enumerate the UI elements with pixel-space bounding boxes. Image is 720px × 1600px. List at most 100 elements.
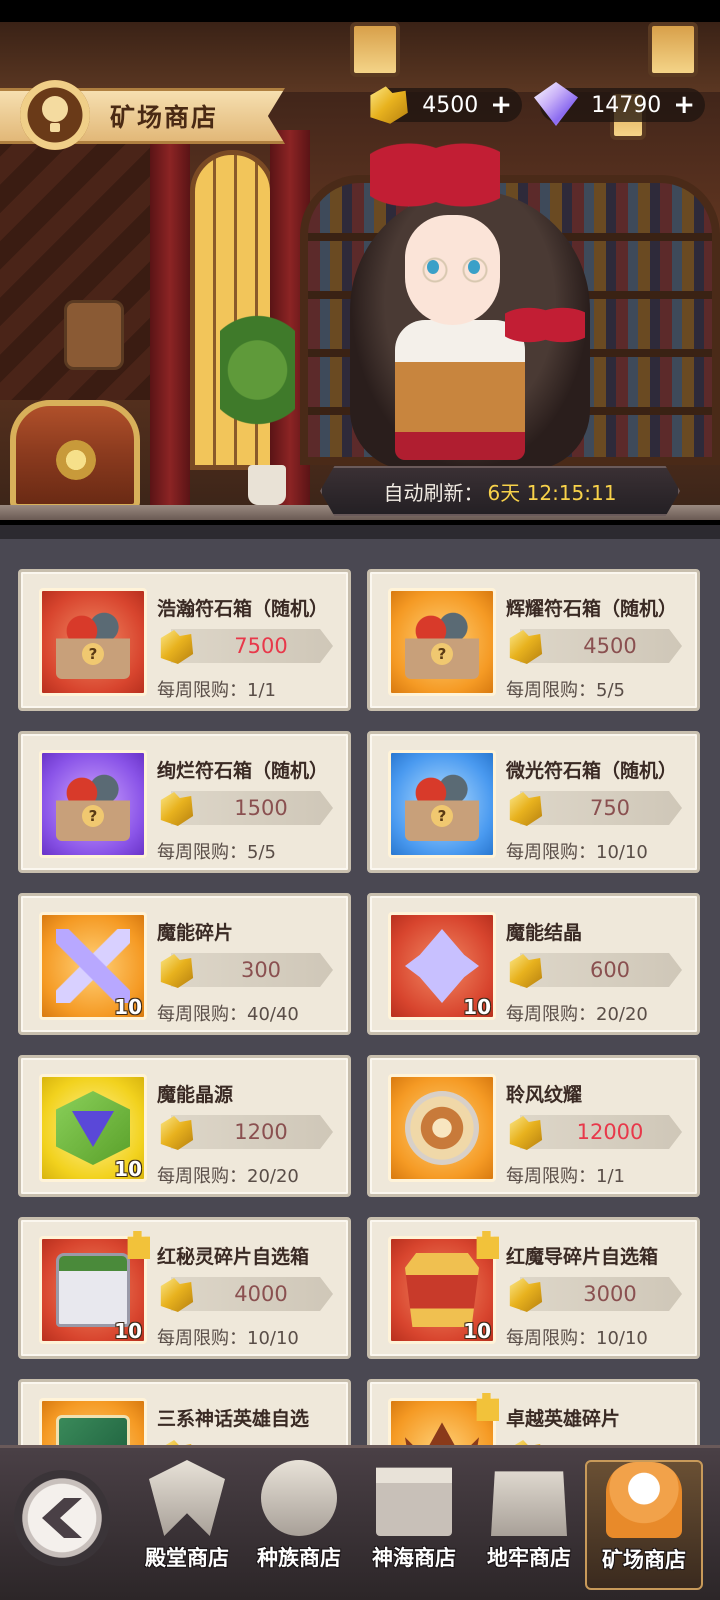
shop-item-card[interactable]: 浩瀚符石箱（随机） 7500 每周限购：1/1 [18, 569, 351, 711]
dungeon-icon [491, 1471, 567, 1536]
item-thumbnail[interactable] [39, 750, 147, 858]
buy-price-button[interactable]: 12000 [520, 1115, 682, 1149]
shop-title: 矿场商店 [110, 103, 219, 132]
shop-item-card[interactable]: 10 魔能晶源 1200 每周限购：20/20 [18, 1055, 351, 1197]
pot-icon [248, 465, 286, 505]
chest-icon [56, 605, 130, 679]
item-quantity: 10 [463, 995, 491, 1019]
gem-currency: 14790 + [534, 82, 705, 126]
item-price: 7500 [234, 634, 288, 658]
shop-item-card[interactable]: 三系神话英雄自选 [18, 1379, 351, 1445]
nav-tab[interactable]: 神海商店 [355, 1460, 473, 1590]
mine-icon [606, 1462, 682, 1538]
item-name: 卓越英雄碎片 [506, 1408, 621, 1430]
shop-item-card[interactable]: 卓越英雄碎片 [367, 1379, 700, 1445]
item-thumbnail[interactable]: 10 [39, 1231, 150, 1344]
add-gem-button[interactable]: + [673, 92, 695, 118]
item-thumbnail[interactable]: 10 [388, 1231, 499, 1344]
item-thumbnail[interactable] [39, 588, 147, 696]
item-name: 辉耀符石箱（随机） [506, 598, 678, 620]
box-gold-icon [405, 1253, 479, 1327]
buy-price-button[interactable]: 4000 [171, 1277, 333, 1311]
back-button[interactable] [14, 1470, 110, 1566]
item-name: 绚烂符石箱（随机） [157, 760, 329, 782]
hair-bow-icon [370, 120, 500, 230]
chest-lock-icon [56, 440, 96, 480]
item-thumbnail[interactable] [388, 1074, 496, 1182]
item-name: 微光符石箱（随机） [506, 760, 678, 782]
status-bar [0, 0, 720, 22]
buy-price-button[interactable]: 600 [520, 953, 682, 987]
glasses-icon [415, 255, 495, 285]
shop-item-card[interactable]: 辉耀符石箱（随机） 4500 每周限购：5/5 [367, 569, 700, 711]
gold-currency: 4500 + [370, 86, 522, 124]
item-thumbnail[interactable]: 10 [388, 912, 496, 1020]
hall-icon [149, 1460, 225, 1536]
item-price: 750 [589, 796, 631, 820]
puzzle-piece-icon [476, 1393, 499, 1421]
race-icon [261, 1460, 337, 1536]
item-name: 聆风纹耀 [506, 1084, 583, 1106]
item-name: 魔能碎片 [157, 922, 234, 944]
item-quantity: 10 [114, 995, 142, 1019]
sea-icon [376, 1467, 452, 1536]
weekly-limit: 每周限购：20/20 [506, 1004, 648, 1025]
shop-item-card[interactable]: 10 红秘灵碎片自选箱 4000 每周限购：10/10 [18, 1217, 351, 1359]
gold-ore-icon [160, 1440, 194, 1445]
shop-background-scene [0, 0, 720, 520]
puzzle-piece-icon [476, 1231, 499, 1259]
back-arrow-icon [42, 1498, 82, 1538]
item-thumbnail[interactable]: 10 [39, 1074, 147, 1182]
item-thumbnail[interactable] [388, 750, 496, 858]
nav-tab-label: 矿场商店 [602, 1548, 686, 1572]
buy-price-button[interactable]: 1500 [171, 791, 333, 825]
shop-item-card[interactable]: 聆风纹耀 12000 每周限购：1/1 [367, 1055, 700, 1197]
buy-price-button[interactable]: 1200 [171, 1115, 333, 1149]
refresh-countdown: 6天 12:15:11 [487, 480, 617, 505]
shop-item-card[interactable]: 微光符石箱（随机） 750 每周限购：10/10 [367, 731, 700, 873]
weekly-limit: 每周限购：20/20 [157, 1166, 299, 1187]
item-price: 12000 [576, 1120, 644, 1144]
weekly-limit: 每周限购：5/5 [506, 680, 625, 701]
item-name: 魔能晶源 [157, 1084, 234, 1106]
nav-tab-label: 种族商店 [257, 1546, 341, 1570]
item-thumbnail[interactable] [388, 588, 496, 696]
chest-icon [405, 605, 479, 679]
item-price: 1500 [234, 796, 288, 820]
source-icon [56, 1091, 130, 1165]
nav-tab[interactable]: 地牢商店 [470, 1460, 588, 1590]
plant-icon [220, 310, 295, 460]
item-name: 红秘灵碎片自选箱 [157, 1246, 310, 1268]
crystal-icon [405, 929, 479, 1003]
shop-item-card[interactable]: 10 魔能碎片 300 每周限购：40/40 [18, 893, 351, 1035]
item-grid-area[interactable]: 浩瀚符石箱（随机） 7500 每周限购：1/1 辉耀符石箱（随机） 4500 每… [0, 525, 720, 1445]
item-thumbnail[interactable] [388, 1393, 499, 1445]
nav-tab-label: 神海商店 [372, 1546, 456, 1570]
weekly-limit: 每周限购：5/5 [157, 842, 276, 863]
buy-price-button[interactable]: 750 [520, 791, 682, 825]
item-grid: 浩瀚符石箱（随机） 7500 每周限购：1/1 辉耀符石箱（随机） 4500 每… [18, 569, 704, 1445]
buy-price-button[interactable]: 300 [171, 953, 333, 987]
side-bow-icon [505, 295, 585, 355]
buy-price-button[interactable]: 4500 [520, 629, 682, 663]
buy-price-button[interactable]: 7500 [171, 629, 333, 663]
buy-price-button[interactable]: 3000 [520, 1277, 682, 1311]
item-quantity: 10 [463, 1319, 491, 1343]
nav-tab[interactable]: 矿场商店 [585, 1460, 703, 1590]
lamp-icon [350, 22, 400, 77]
shop-item-card[interactable]: 绚烂符石箱（随机） 1500 每周限购：5/5 [18, 731, 351, 873]
item-thumbnail[interactable]: 10 [39, 912, 147, 1020]
curtain [150, 130, 190, 510]
shop-emblem [20, 80, 90, 150]
add-gold-button[interactable]: + [490, 92, 512, 118]
nav-tab[interactable]: 殿堂商店 [128, 1460, 246, 1590]
shop-item-card[interactable]: 10 魔能结晶 600 每周限购：20/20 [367, 893, 700, 1035]
item-name: 浩瀚符石箱（随机） [157, 598, 329, 620]
item-quantity: 10 [114, 1319, 142, 1343]
shop-item-card[interactable]: 10 红魔导碎片自选箱 3000 每周限购：10/10 [367, 1217, 700, 1359]
nav-tab[interactable]: 种族商店 [240, 1460, 358, 1590]
item-thumbnail[interactable] [39, 1398, 147, 1445]
lamp-icon [648, 22, 698, 77]
item-price: 4000 [234, 1282, 288, 1306]
item-price: 4500 [583, 634, 637, 658]
